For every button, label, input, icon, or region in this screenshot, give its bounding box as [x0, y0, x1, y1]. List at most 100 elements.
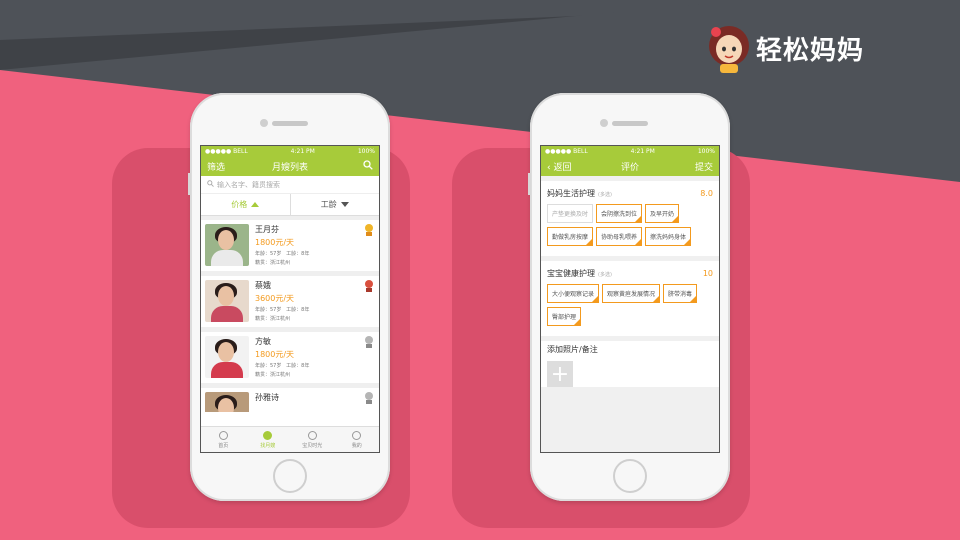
review-body: 妈妈生活护理 (多选) 8.0 产垫更换及时 会阴擦洗到位 及早开奶 勤做乳房按摩… [541, 176, 719, 452]
tag-option-selected[interactable]: 观察黄疸发展情况 [602, 284, 661, 303]
section-title: 妈妈生活护理 (多选) [547, 188, 612, 199]
filter-button[interactable]: 筛选 [207, 160, 225, 173]
earpiece [272, 121, 308, 126]
nanny-origin: 籍贯：浙江杭州 [255, 316, 291, 322]
search-small-icon [207, 180, 214, 189]
nanny-price: 3600元/天 [255, 294, 295, 303]
nanny-list-screen: ●●●●● BELL 4:21 PM 100% 筛选 月嫂列表 输入名字、籍贯搜… [200, 145, 380, 453]
review-screen: ●●●●● BELL 4:21 PM 100% ‹ 返回 评价 提交 妈妈生活护… [540, 145, 720, 453]
back-label: 返回 [553, 162, 572, 173]
tag-option[interactable]: 产垫更换及时 [547, 204, 594, 223]
home-button[interactable] [613, 459, 647, 493]
tag-option-selected[interactable]: 臀部护理 [547, 307, 582, 326]
nanny-exp: 工龄：8年 [286, 251, 310, 257]
baby-icon [307, 430, 317, 440]
list-item[interactable]: 方敏 1800元/天 年龄：57岁 工龄：8年 籍贯：浙江杭州 [201, 332, 379, 383]
nav-bar: ‹ 返回 评价 提交 [541, 156, 719, 176]
photo-title: 添加照片/备注 [541, 341, 719, 357]
section-score: 8.0 [700, 188, 713, 198]
volume-button [188, 173, 191, 195]
tab-mine[interactable]: 我的 [335, 427, 380, 452]
section-hint: (多选) [598, 271, 612, 278]
section-hint: (多选) [598, 191, 612, 198]
home-icon [218, 430, 228, 440]
nanny-name: 王月芬 [255, 225, 279, 234]
phone-right: ●●●●● BELL 4:21 PM 100% ‹ 返回 评价 提交 妈妈生活护… [528, 93, 730, 501]
tag-option-selected[interactable]: 脐带消毒 [663, 284, 698, 303]
section-score: 10 [702, 268, 713, 278]
tag-option-selected[interactable]: 大小便观察记录 [547, 284, 600, 303]
volume-button [528, 173, 531, 195]
brand-name: 轻松妈妈 [756, 35, 865, 66]
tab-find-nanny[interactable]: 找月嫂 [246, 427, 291, 452]
search-input[interactable]: 输入名字、籍贯搜索 [201, 176, 379, 194]
baby-care-section: 宝宝健康护理 (多选) 10 大小便观察记录 观察黄疸发展情况 脐带消毒 臀部护理 [541, 261, 719, 336]
battery: 100% [357, 147, 375, 155]
clock: 4:21 PM [630, 147, 655, 155]
tab-mine-label: 我的 [351, 442, 362, 449]
nanny-origin: 籍贯：浙江杭州 [255, 260, 291, 266]
nanny-price: 1800元/天 [255, 350, 295, 359]
nanny-age: 年龄：57岁 [255, 363, 282, 369]
list-item[interactable]: 王月芬 1800元/天 年龄：57岁 工龄：8年 籍贯：浙江杭州 [201, 220, 379, 271]
red-medal-icon [365, 280, 373, 292]
nanny-name: 孙雅诗 [255, 393, 279, 402]
phone-left: ●●●●● BELL 4:21 PM 100% 筛选 月嫂列表 输入名字、籍贯搜… [188, 93, 390, 501]
tag-option-selected[interactable]: 会阴擦洗到位 [596, 204, 643, 223]
brand-logo: 轻松妈妈 [706, 20, 866, 76]
tag-group: 大小便观察记录 观察黄疸发展情况 脐带消毒 臀部护理 [547, 284, 713, 330]
front-camera [260, 119, 268, 127]
nanny-age: 年龄：57岁 [255, 251, 282, 257]
nanny-price: 1800元/天 [255, 238, 295, 247]
sort-bar: 价格 工龄 [201, 194, 379, 216]
section-title-text: 宝宝健康护理 [547, 268, 595, 278]
nanny-name: 方敏 [255, 337, 271, 346]
sort-price-label: 价格 [231, 200, 248, 209]
tag-option-selected[interactable]: 擦洗妈妈身体 [645, 227, 692, 246]
submit-button[interactable]: 提交 [695, 160, 713, 173]
tag-option-selected[interactable]: 勤做乳房按摩 [547, 227, 594, 246]
battery: 100% [697, 147, 715, 155]
add-photo-button[interactable]: + [547, 361, 573, 387]
profile-icon [352, 430, 362, 440]
sort-asc-icon [251, 202, 260, 207]
list-item[interactable]: 孙雅诗 [201, 388, 379, 412]
tag-group: 产垫更换及时 会阴擦洗到位 及早开奶 勤做乳房按摩 协助母乳喂养 擦洗妈妈身体 [547, 204, 713, 250]
status-bar: ●●●●● BELL 4:21 PM 100% [541, 146, 719, 156]
carrier: ●●●●● BELL [545, 147, 588, 155]
tab-baby-time-label: 宝贝时光 [302, 442, 323, 449]
mother-care-section: 妈妈生活护理 (多选) 8.0 产垫更换及时 会阴擦洗到位 及早开奶 勤做乳房按摩… [541, 181, 719, 256]
avatar [205, 336, 249, 378]
avatar [205, 392, 249, 412]
silver-medal-icon [365, 392, 373, 404]
nanny-exp: 工龄：8年 [286, 307, 310, 313]
clock: 4:21 PM [290, 147, 315, 155]
tab-home-label: 首页 [218, 442, 229, 449]
status-bar: ●●●●● BELL 4:21 PM 100% [201, 146, 379, 156]
list-item[interactable]: 蔡娥 3600元/天 年龄：57岁 工龄：8年 籍贯：浙江杭州 [201, 276, 379, 327]
search-nanny-icon [263, 430, 273, 440]
nanny-origin: 籍贯：浙江杭州 [255, 372, 291, 378]
sort-price-tab[interactable]: 价格 [201, 194, 291, 215]
nanny-list: 王月芬 1800元/天 年龄：57岁 工龄：8年 籍贯：浙江杭州 蔡娥 3600… [201, 216, 379, 412]
back-button[interactable]: ‹ 返回 [547, 160, 572, 173]
avatar [205, 280, 249, 322]
search-placeholder: 输入名字、籍贯搜索 [217, 180, 280, 189]
tab-home[interactable]: 首页 [201, 427, 246, 452]
sort-desc-icon [340, 202, 349, 207]
section-title-text: 妈妈生活护理 [547, 188, 595, 198]
tag-option-selected[interactable]: 协助母乳喂养 [596, 227, 643, 246]
search-icon[interactable] [363, 159, 373, 173]
nav-bar: 筛选 月嫂列表 [201, 156, 379, 176]
gold-medal-icon [365, 224, 373, 236]
carrier: ●●●●● BELL [205, 147, 248, 155]
home-button[interactable] [273, 459, 307, 493]
tag-option-selected[interactable]: 及早开奶 [645, 204, 680, 223]
tab-baby-time[interactable]: 宝贝时光 [290, 427, 335, 452]
front-camera [600, 119, 608, 127]
mother-mascot-icon [706, 22, 752, 74]
sort-experience-tab[interactable]: 工龄 [291, 194, 380, 215]
photo-section: 添加照片/备注 + [541, 341, 719, 387]
tab-bar: 首页 找月嫂 宝贝时光 我的 [201, 426, 379, 452]
tab-find-nanny-label: 找月嫂 [260, 442, 276, 449]
